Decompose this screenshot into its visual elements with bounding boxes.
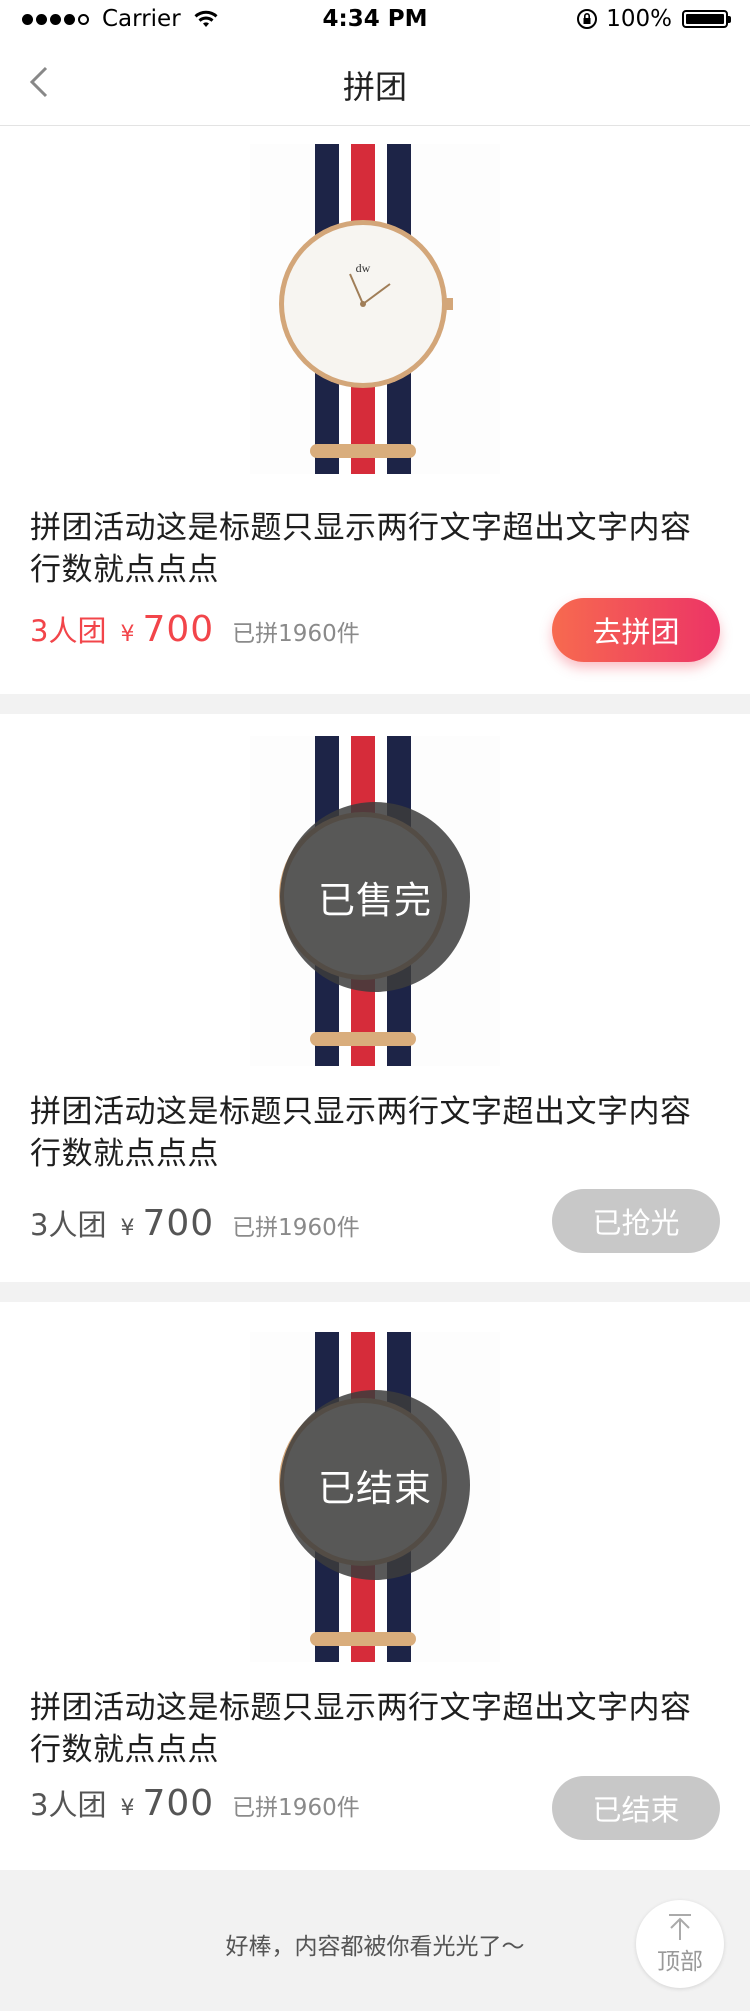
price-row: 3人团 ¥ 700 已拼1960件	[30, 1202, 360, 1244]
group-size: 3人团	[30, 1208, 107, 1242]
price: 700	[142, 1783, 215, 1824]
currency-symbol: ¥	[120, 622, 135, 647]
top-label: 顶部	[657, 1949, 703, 1975]
sold-count: 已拼1960件	[232, 1795, 360, 1821]
price: 700	[142, 1203, 215, 1244]
product-title: 拼团活动这是标题只显示两行文字超出文字内容行数就点点点	[30, 1690, 692, 1768]
product-card[interactable]: dw 拼团活动这是标题只显示两行文字超出文字内容行数就点点点 3人团 ¥ 700…	[0, 126, 750, 694]
ended-overlay: 已结束	[280, 1390, 470, 1580]
battery-percent: 100%	[606, 6, 672, 32]
status-right: 100%	[576, 6, 731, 32]
sold-out-button[interactable]: 已抢光	[552, 1189, 720, 1253]
group-size: 3人团	[30, 614, 107, 648]
sold-count: 已拼1960件	[232, 621, 360, 647]
back-to-top-button[interactable]: 顶部	[636, 1900, 724, 1988]
join-group-button[interactable]: 去拼团	[552, 598, 720, 662]
price-row: 3人团 ¥ 700 已拼1960件	[30, 1782, 360, 1824]
arrow-up-icon	[669, 1914, 691, 1940]
product-title: 拼团活动这是标题只显示两行文字超出文字内容行数就点点点	[30, 1094, 692, 1172]
price-row: 3人团 ¥ 700 已拼1960件	[30, 608, 360, 650]
currency-symbol: ¥	[120, 1796, 135, 1821]
status-bar: Carrier 4:34 PM 100%	[0, 0, 750, 40]
rotation-lock-icon	[577, 9, 598, 29]
product-card[interactable]: 已结束 拼团活动这是标题只显示两行文字超出文字内容行数就点点点 3人团 ¥ 70…	[0, 1302, 750, 1870]
price: 700	[142, 609, 215, 650]
product-image: dw	[0, 144, 750, 484]
product-title: 拼团活动这是标题只显示两行文字超出文字内容行数就点点点	[30, 510, 692, 588]
navigation-bar: 拼团	[0, 40, 750, 126]
battery-icon	[682, 10, 731, 28]
product-card[interactable]: 已售完 拼团活动这是标题只显示两行文字超出文字内容行数就点点点 3人团 ¥ 70…	[0, 714, 750, 1282]
group-size: 3人团	[30, 1788, 107, 1822]
currency-symbol: ¥	[120, 1216, 135, 1241]
page-title: 拼团	[342, 68, 407, 106]
sold-count: 已拼1960件	[232, 1215, 360, 1241]
sold-out-overlay: 已售完	[280, 802, 470, 992]
ended-button[interactable]: 已结束	[552, 1776, 720, 1840]
watch-image: dw	[250, 144, 500, 474]
svg-text:dw: dw	[356, 261, 371, 275]
